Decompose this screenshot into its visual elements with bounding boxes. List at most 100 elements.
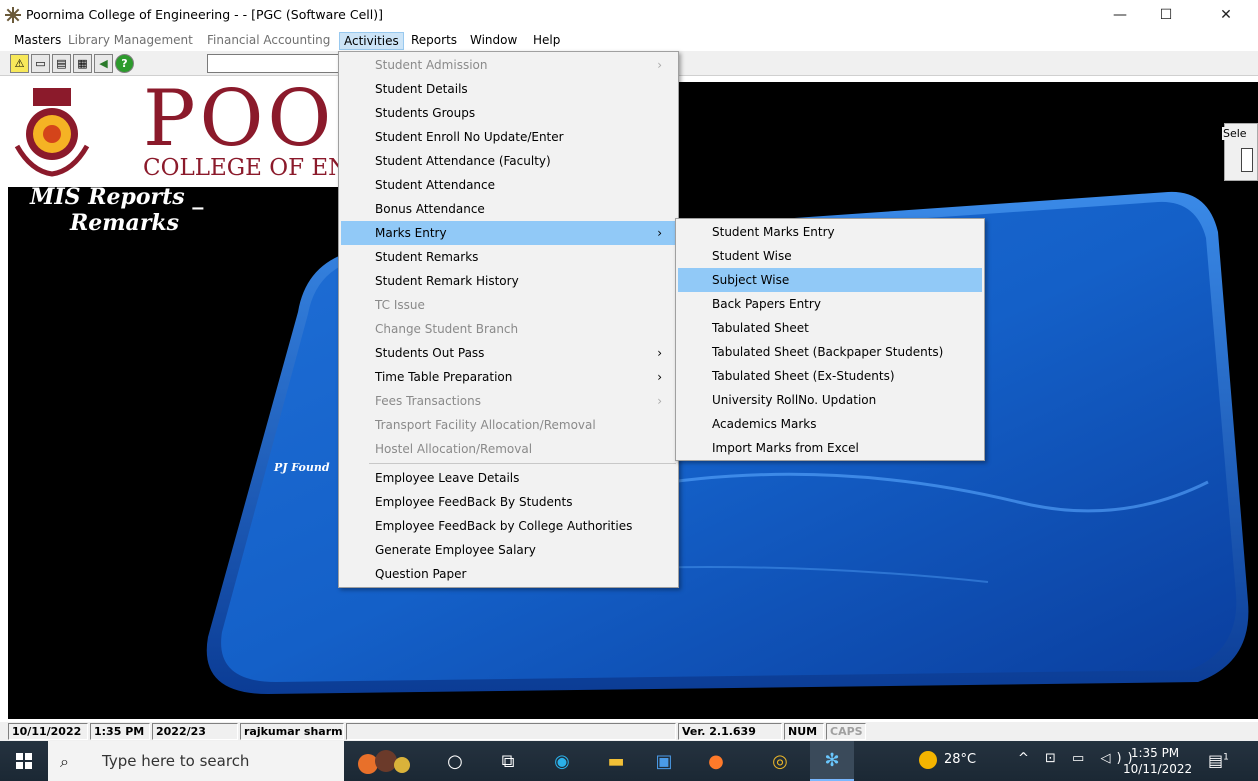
search-icon: ⌕ — [60, 752, 69, 771]
menu-item-hostel-allocation[interactable]: Hostel Allocation/Removal — [341, 437, 676, 461]
menu-library-management[interactable]: Library Management — [64, 32, 197, 50]
close-button[interactable]: ✕ — [1203, 0, 1249, 30]
submenu-item-student-wise[interactable]: Student Wise — [678, 244, 982, 268]
menu-separator — [369, 463, 676, 464]
marks-entry-submenu: Student Marks Entry Student Wise Subject… — [675, 218, 985, 461]
status-version: Ver. 2.1.639 — [678, 723, 782, 740]
window-title: Poornima College of Engineering - - [PGC… — [26, 7, 383, 22]
app-icon — [5, 7, 21, 23]
menu-reports[interactable]: Reports — [407, 32, 461, 50]
menu-window[interactable]: Window — [466, 32, 521, 50]
menu-item-question-paper[interactable]: Question Paper — [341, 562, 676, 586]
help-icon[interactable]: ? — [115, 54, 134, 73]
foundation-text: PJ Found — [274, 461, 330, 474]
status-time: 1:35 PM — [90, 723, 150, 740]
menu-financial-accounting[interactable]: Financial Accounting — [203, 32, 334, 50]
status-session: 2022/23 — [152, 723, 238, 740]
submenu-item-tabulated-sheet[interactable]: Tabulated Sheet — [678, 316, 982, 340]
start-button[interactable] — [0, 741, 48, 781]
menu-activities[interactable]: Activities — [339, 32, 404, 50]
menu-item-fees-transactions[interactable]: Fees Transactions › — [341, 389, 676, 413]
search-placeholder: Type here to search — [102, 752, 250, 770]
taskbar: ⌕ Type here to search ○ ⧉ ◉ ▬ ▣ ● ◎ ✻ 28… — [0, 741, 1258, 781]
chevron-right-icon: › — [657, 394, 662, 408]
status-date: 10/11/2022 — [8, 723, 88, 740]
submenu-item-tabulated-sheet-ex-students[interactable]: Tabulated Sheet (Ex-Students) — [678, 364, 982, 388]
status-num: NUM — [784, 723, 824, 740]
windows-icon — [16, 753, 32, 769]
chrome-icon[interactable]: ◎ — [758, 741, 802, 781]
status-caps: CAPS — [826, 723, 866, 740]
menu-item-tc-issue[interactable]: TC Issue — [341, 293, 676, 317]
select-group-label: Sele — [1222, 127, 1248, 140]
chevron-right-icon: › — [657, 346, 662, 360]
toolbar-combo[interactable] — [207, 54, 340, 73]
menu-item-marks-entry[interactable]: Marks Entry › — [341, 221, 676, 245]
college-seal-icon — [11, 86, 93, 181]
menu-item-students-out-pass[interactable]: Students Out Pass › — [341, 341, 676, 365]
chevron-right-icon: › — [657, 226, 662, 240]
menu-item-student-enroll-no[interactable]: Student Enroll No Update/Enter — [341, 125, 676, 149]
card-icon[interactable]: ▤ — [52, 54, 71, 73]
menu-item-student-details[interactable]: Student Details — [341, 77, 676, 101]
chevron-right-icon: › — [657, 370, 662, 384]
menu-item-bonus-attendance[interactable]: Bonus Attendance — [341, 197, 676, 221]
edge-icon[interactable]: ◉ — [540, 741, 584, 781]
system-tray-icons[interactable]: ^ ⊡ ▭ ◁)) — [1018, 751, 1139, 766]
maximize-button[interactable]: ☐ — [1143, 0, 1189, 30]
file-explorer-icon[interactable]: ▬ — [594, 741, 638, 781]
news-widget-icon[interactable] — [346, 741, 426, 781]
menu-item-student-remark-history[interactable]: Student Remark History — [341, 269, 676, 293]
cortana-icon[interactable]: ○ — [433, 741, 477, 781]
notification-icon[interactable]: ▤1 — [1208, 751, 1229, 770]
grid-icon[interactable]: ▦ — [73, 54, 92, 73]
select-input[interactable] — [1241, 148, 1253, 172]
mis-title-line1: MIS Reports _ — [30, 184, 204, 210]
weather-icon[interactable] — [919, 751, 937, 769]
taskbar-search-box[interactable]: ⌕ Type here to search — [48, 741, 344, 781]
status-bar: 10/11/2022 1:35 PM 2022/23 rajkumar shar… — [0, 722, 1258, 741]
menu-item-students-groups[interactable]: Students Groups — [341, 101, 676, 125]
mis-reports-title: MIS Reports _ Remarks — [30, 184, 270, 236]
notification-count: 1 — [1223, 752, 1229, 763]
taskbar-clock[interactable]: 1:35 PM 10/11/2022 — [1123, 745, 1193, 777]
exit-icon[interactable]: ◀ — [94, 54, 113, 73]
status-user: rajkumar sharm — [240, 723, 344, 740]
logo-subtitle: COLLEGE OF EN — [143, 155, 349, 181]
submenu-item-tabulated-sheet-backpaper[interactable]: Tabulated Sheet (Backpaper Students) — [678, 340, 982, 364]
minimize-button[interactable]: — — [1097, 0, 1143, 30]
menu-help[interactable]: Help — [529, 32, 564, 50]
menu-item-time-table-preparation[interactable]: Time Table Preparation › — [341, 365, 676, 389]
menu-item-generate-employee-salary[interactable]: Generate Employee Salary — [341, 538, 676, 562]
firefox-icon[interactable]: ● — [694, 741, 738, 781]
menu-item-employee-leave-details[interactable]: Employee Leave Details — [341, 466, 676, 490]
menu-item-student-remarks[interactable]: Student Remarks — [341, 245, 676, 269]
submenu-item-back-papers-entry[interactable]: Back Papers Entry — [678, 292, 982, 316]
menu-item-employee-feedback-students[interactable]: Employee FeedBack By Students — [341, 490, 676, 514]
submenu-item-import-marks-excel[interactable]: Import Marks from Excel — [678, 436, 982, 460]
clock-time: 1:35 PM — [1130, 746, 1180, 760]
submenu-item-university-rollno-updation[interactable]: University RollNo. Updation — [678, 388, 982, 412]
task-view-icon[interactable]: ⧉ — [486, 741, 530, 781]
submenu-item-academics-marks[interactable]: Academics Marks — [678, 412, 982, 436]
chevron-right-icon: › — [657, 58, 662, 72]
submenu-item-student-marks-entry[interactable]: Student Marks Entry — [678, 220, 982, 244]
menu-masters[interactable]: Masters — [10, 32, 65, 50]
menu-item-employee-feedback-authorities[interactable]: Employee FeedBack by College Authorities — [341, 514, 676, 538]
submenu-item-subject-wise[interactable]: Subject Wise — [678, 268, 982, 292]
clock-date: 10/11/2022 — [1123, 762, 1193, 776]
menu-item-transport-facility[interactable]: Transport Facility Allocation/Removal — [341, 413, 676, 437]
store-icon[interactable]: ▣ — [642, 741, 686, 781]
app-taskbar-icon[interactable]: ✻ — [810, 741, 854, 781]
key-icon[interactable]: ▭ — [31, 54, 50, 73]
status-spacer — [346, 723, 676, 740]
mis-title-line2: Remarks — [70, 210, 180, 236]
activities-menu: Student Admission › Student Details Stude… — [338, 51, 679, 588]
menu-item-student-admission[interactable]: Student Admission › — [341, 53, 676, 77]
title-bar: Poornima College of Engineering - - [PGC… — [0, 0, 1258, 30]
weather-temperature[interactable]: 28°C — [944, 752, 976, 767]
menu-item-student-attendance-faculty[interactable]: Student Attendance (Faculty) — [341, 149, 676, 173]
warning-icon[interactable]: ⚠ — [10, 54, 29, 73]
menu-item-change-student-branch[interactable]: Change Student Branch — [341, 317, 676, 341]
menu-item-student-attendance[interactable]: Student Attendance — [341, 173, 676, 197]
